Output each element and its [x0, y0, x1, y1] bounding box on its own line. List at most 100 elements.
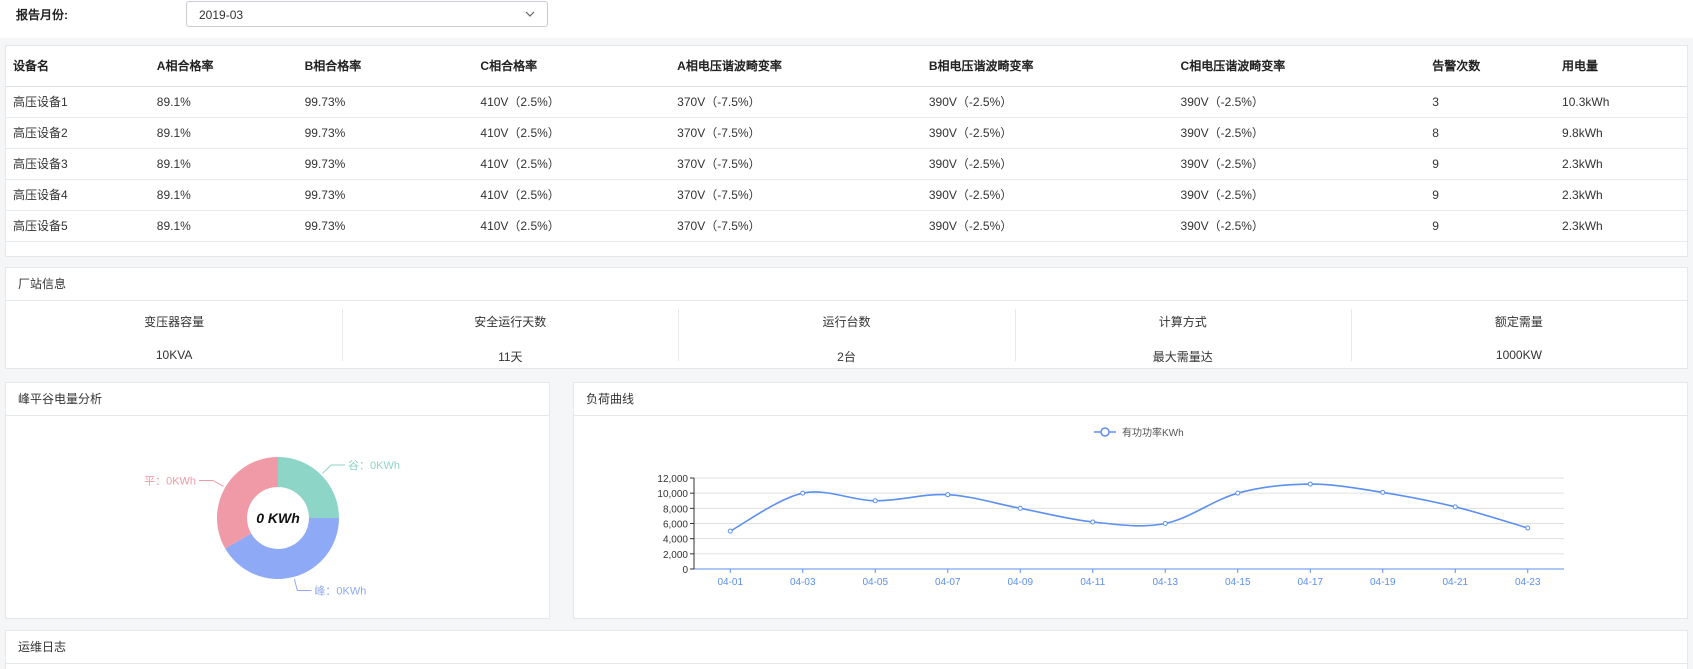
table-cell: 99.73%	[297, 148, 474, 180]
station-stat: 变压器容量 10KVA	[6, 301, 342, 369]
table-cell: 410V（2.5%）	[473, 148, 671, 180]
table-cell: 390V（-2.5%）	[1173, 86, 1426, 118]
device-table-card: 设备名 A相合格率 B相合格率 C相合格率 A相电压谐波畸变率 B相电压谐波畸变率 C相电压…	[5, 45, 1688, 257]
column-header: A相电压谐波畸变率	[670, 46, 922, 87]
table-cell: 390V（-2.5%）	[1173, 210, 1426, 242]
station-stat-label: 计算方式	[1158, 315, 1207, 329]
column-header: C相合格率	[473, 46, 671, 87]
table-cell: 2.3kWh	[1555, 148, 1687, 180]
table-cell: 9	[1425, 210, 1556, 242]
table-cell: 99.73%	[297, 117, 474, 149]
station-stat-value: 最大需量达	[1152, 350, 1213, 364]
peak-valley-card: 峰平谷电量分析 谷：0KWh 峰：0KWh 平：0KWh 0 KWh	[5, 382, 550, 619]
donut-slice-label: 峰：0KWh	[314, 584, 366, 597]
table-body: 高压设备1 89.1% 99.73% 410V（2.5%） 370V（-7.5%） 390…	[6, 86, 1687, 242]
x-tick-label: 04-21	[1442, 577, 1468, 588]
table-cell: 390V（-2.5%）	[1173, 117, 1426, 149]
donut-slice-label: 谷：0KWh	[348, 459, 400, 472]
filter-bar: 报告月份: 2019-03	[0, 0, 1693, 38]
x-tick-label: 04-09	[1007, 577, 1033, 588]
x-tick-label: 04-07	[935, 577, 961, 588]
table-cell: 390V（-2.5%）	[921, 148, 1174, 180]
report-month-value: 2019-03	[199, 8, 244, 22]
data-point	[1090, 519, 1096, 525]
chevron-down-icon	[525, 11, 535, 17]
table-cell: 高压设备2	[6, 117, 150, 149]
data-point	[1380, 489, 1386, 495]
table-cell: 9	[1425, 179, 1556, 211]
table-cell: 370V（-7.5%）	[670, 86, 922, 118]
table-cell: 390V（-2.5%）	[921, 117, 1174, 149]
x-tick-label: 04-13	[1152, 577, 1178, 588]
station-stat: 安全运行天数 11天	[342, 301, 678, 369]
data-point	[727, 528, 733, 534]
column-header: A相合格率	[149, 46, 298, 87]
table-row[interactable]: 高压设备4 89.1% 99.73% 410V（2.5%） 370V（-7.5%） 390…	[6, 179, 1687, 211]
station-stat-label: 安全运行天数	[474, 315, 547, 329]
table-cell: 410V（2.5%）	[473, 210, 671, 242]
ops-log-card: 运维日志	[5, 630, 1688, 669]
station-stat: 运行台数 2台	[678, 301, 1014, 369]
peak-valley-title: 峰平谷电量分析	[6, 383, 549, 416]
station-stat: 计算方式 最大需量达	[1014, 301, 1351, 369]
table-cell: 2.3kWh	[1555, 210, 1687, 242]
x-tick-label: 04-17	[1297, 577, 1323, 588]
table-cell: 390V（-2.5%）	[1173, 179, 1426, 211]
y-tick-label: 4,000	[663, 535, 688, 546]
column-header: B相电压谐波畸变率	[921, 46, 1174, 87]
station-info-title: 厂站信息	[6, 268, 1687, 301]
table-cell: 390V（-2.5%）	[921, 86, 1174, 118]
table-cell: 9.8kWh	[1555, 117, 1687, 149]
table-cell: 410V（2.5%）	[473, 117, 671, 149]
data-point	[1525, 525, 1531, 531]
data-point	[1307, 481, 1313, 487]
table-cell: 390V（-2.5%）	[921, 210, 1174, 242]
table-cell: 高压设备4	[6, 179, 150, 211]
table-cell: 3	[1425, 86, 1556, 118]
legend-marker	[1100, 427, 1110, 437]
station-stat-value: 10KVA	[155, 348, 193, 362]
data-point	[945, 492, 951, 498]
table-cell: 370V（-7.5%）	[670, 179, 922, 211]
data-point	[1452, 504, 1458, 510]
table-cell: 89.1%	[149, 179, 298, 211]
x-tick-label: 04-05	[862, 577, 888, 588]
y-tick-label: 2,000	[663, 550, 688, 561]
table-cell: 370V（-7.5%）	[670, 117, 922, 149]
series-line	[729, 483, 1528, 532]
device-table: 设备名 A相合格率 B相合格率 C相合格率 A相电压谐波畸变率 B相电压谐波畸变率 C相电压…	[6, 46, 1687, 242]
x-tick-label: 04-03	[790, 577, 816, 588]
table-row[interactable]: 高压设备5 89.1% 99.73% 410V（2.5%） 370V（-7.5%） 390…	[6, 210, 1687, 242]
x-tick-label: 04-15	[1225, 577, 1251, 588]
donut-label-line	[322, 464, 346, 474]
table-cell: 89.1%	[149, 86, 298, 118]
table-cell: 410V（2.5%）	[473, 179, 671, 211]
table-cell: 10.3kWh	[1555, 86, 1687, 118]
y-tick-label: 6,000	[663, 520, 688, 531]
x-tick-label: 04-01	[717, 577, 743, 588]
x-tick-label: 04-19	[1370, 577, 1396, 588]
station-stats: 变压器容量 10KVA 安全运行天数 11天 运行台数 2台 计算方式 最大需量达 额定需量 10…	[6, 301, 1687, 369]
donut-slice-label: 平：0KWh	[144, 475, 196, 487]
legend-label: 有功功率KWh	[1122, 426, 1184, 439]
table-cell: 高压设备5	[6, 210, 150, 242]
station-stat-label: 额定需量	[1494, 315, 1543, 329]
station-stat-label: 变压器容量	[144, 315, 205, 329]
table-row[interactable]: 高压设备3 89.1% 99.73% 410V（2.5%） 370V（-7.5%） 390…	[6, 148, 1687, 180]
table-row[interactable]: 高压设备2 89.1% 99.73% 410V（2.5%） 370V（-7.5%） 390…	[6, 117, 1687, 149]
column-header: C相电压谐波畸变率	[1173, 46, 1426, 87]
ops-log-title: 运维日志	[6, 631, 1687, 664]
table-header-row: 设备名 A相合格率 B相合格率 C相合格率 A相电压谐波畸变率 B相电压谐波畸变率 C相电压…	[6, 46, 1687, 87]
table-cell: 99.73%	[297, 210, 474, 242]
station-stat: 额定需量 1000KW	[1350, 301, 1687, 369]
table-cell: 8	[1425, 117, 1556, 149]
station-info-card: 厂站信息 变压器容量 10KVA 安全运行天数 11天 运行台数 2台 计算方式 最大需量达额…	[5, 267, 1688, 369]
y-tick-label: 12,000	[657, 474, 688, 485]
table-cell: 410V（2.5%）	[473, 86, 671, 118]
y-tick-label: 0	[682, 565, 688, 576]
table-cell: 9	[1425, 148, 1556, 180]
load-curve-card: 负荷曲线 有功功率KWh 0 2,000 4,000 6,000 8,000 10,000 1…	[573, 382, 1688, 619]
report-month-select[interactable]: 2019-03	[186, 1, 548, 27]
table-cell: 370V（-7.5%）	[670, 148, 922, 180]
table-row[interactable]: 高压设备1 89.1% 99.73% 410V（2.5%） 370V（-7.5%） 390…	[6, 86, 1687, 118]
